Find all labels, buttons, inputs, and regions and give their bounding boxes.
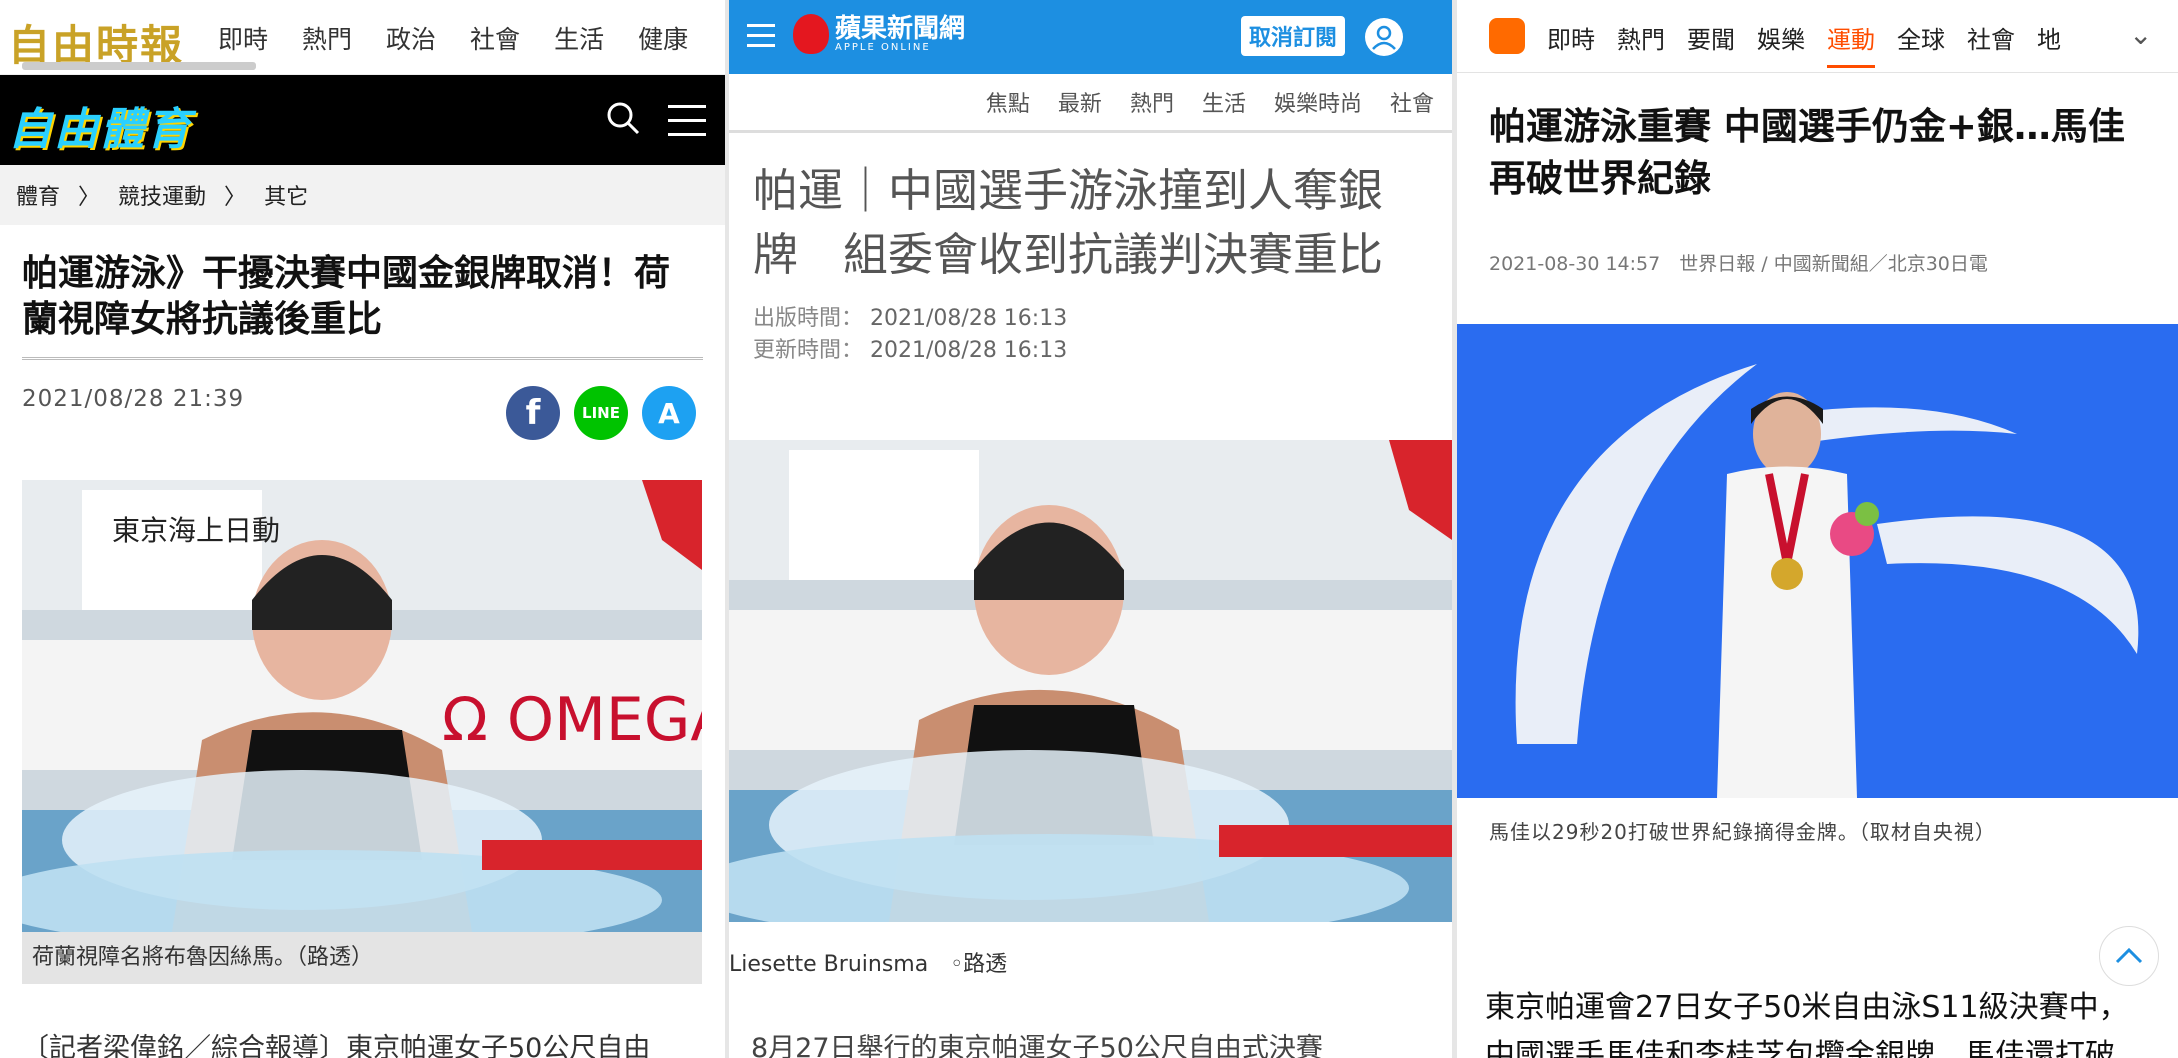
breadcrumb-item[interactable]: 體育 <box>16 179 60 211</box>
apple-top-bar: 蘋果新聞網 APPLE ONLINE 取消訂閱 <box>729 0 1452 74</box>
page-title: 帕運游泳》干擾決賽中國金銀牌取消！荷蘭視障女將抗議後重比 <box>22 251 703 360</box>
chevron-down-icon[interactable]: ⌄ <box>2129 18 2152 51</box>
updated-time: 2021/08/28 16:13 <box>870 338 1068 363</box>
body-line: 東京帕運會27日女子50米自由泳S11級決賽中， <box>1485 990 2129 1025</box>
nav-item[interactable]: 健康 <box>638 20 688 56</box>
nav-item[interactable]: 政治 <box>386 20 436 56</box>
apple-nav: 焦點 最新 熱門 生活 娛樂時尚 社會 <box>729 74 1452 133</box>
menu-icon[interactable] <box>668 105 706 136</box>
article-meta: 2021-08-30 14:57 世界日報 / 中國新聞組／北京30日電 <box>1489 253 1988 275</box>
line-share-icon[interactable]: LINE <box>574 386 628 440</box>
user-icon[interactable] <box>1365 18 1403 56</box>
article-body: 東京帕運會27日女子50米自由泳S11級決賽中， 中國選手馬佳和李桂芝包攬金銀牌… <box>1485 984 2129 1058</box>
apple-article-panel: 蘋果新聞網 APPLE ONLINE 取消訂閱 焦點 最新 熱門 生活 娛樂時尚… <box>729 0 1452 1058</box>
nav-item[interactable]: 娛樂時尚 <box>1274 86 1362 118</box>
search-icon[interactable] <box>606 101 640 135</box>
chevron-right-icon: 〉 <box>224 185 247 210</box>
photo-sign-text: 東京海上日動 <box>112 514 280 547</box>
apple-icon <box>793 14 829 54</box>
udn-logo[interactable] <box>1489 18 1525 54</box>
article-body: 〔記者梁偉銘／綜合報導〕東京帕運女子50公尺自由 <box>22 1033 651 1058</box>
breadcrumb-item[interactable]: 競技運動 <box>118 179 206 211</box>
unsubscribe-button[interactable]: 取消訂閱 <box>1241 16 1346 56</box>
nav-item-active[interactable]: 運動 <box>1827 20 1875 68</box>
ltn-top-bar: 自由時報 即時 熱門 政治 社會 生活 健康 <box>0 0 725 75</box>
article-body: 8月27日舉行的東京帕運女子50公尺自由式決賽 <box>751 1033 1323 1058</box>
nav-item[interactable]: 娛樂 <box>1757 20 1805 68</box>
swimmer-photo <box>729 440 1452 922</box>
medalist-photo <box>1457 324 2178 798</box>
sport-logo[interactable]: 自由體育 <box>8 93 192 157</box>
font-size-icon[interactable]: A <box>642 386 696 440</box>
facebook-share-icon[interactable]: f <box>506 386 560 440</box>
nav-item[interactable]: 社會 <box>470 20 520 56</box>
nav-item[interactable]: 要聞 <box>1687 20 1735 68</box>
ltn-article-panel: 自由時報 即時 熱門 政治 社會 生活 健康 自由體育 體育 〉 競技運動 〉 … <box>0 0 725 1058</box>
nav-item[interactable]: 生活 <box>554 20 604 56</box>
menu-icon[interactable] <box>747 24 775 54</box>
publish-date: 2021/08/28 21:39 <box>22 386 245 412</box>
photo-brand-text: Ω OMEGA <box>442 685 702 755</box>
nav-item[interactable]: 即時 <box>218 20 268 56</box>
nav-item[interactable]: 即時 <box>1547 20 1595 68</box>
publish-times: 出版時間： 2021/08/28 16:13 更新時間： 2021/08/28 … <box>753 303 1452 367</box>
breadcrumb-item[interactable]: 其它 <box>264 179 308 211</box>
photo-credit: Liesette Bruinsma ◦路透 <box>729 952 1008 977</box>
published-time: 2021/08/28 16:13 <box>870 306 1068 331</box>
article-meta: 2021/08/28 21:39 f LINE A <box>0 360 725 456</box>
swimmer-photo: 東京海上日動 Ω OMEGA <box>22 480 702 932</box>
udn-nav: 即時 熱門 要聞 娛樂 運動 全球 社會 地 <box>1547 20 2061 68</box>
nav-item[interactable]: 焦點 <box>986 86 1030 118</box>
updated-label: 更新時間： <box>753 338 864 363</box>
ltn-nav: 即時 熱門 政治 社會 生活 健康 <box>218 20 688 56</box>
photo-caption: 荷蘭視障名將布魯因絲馬。（路透） <box>22 932 702 984</box>
logo-text: 蘋果新聞網 <box>835 13 966 44</box>
nav-item[interactable]: 生活 <box>1202 86 1246 118</box>
apple-logo[interactable]: 蘋果新聞網 APPLE ONLINE <box>793 14 965 54</box>
page-title: 帕運｜中國選手游泳撞到人奪銀牌 組委會收到抗議判決賽重比 <box>753 164 1384 281</box>
chevron-right-icon: 〉 <box>78 185 101 210</box>
sport-header: 自由體育 <box>0 75 725 165</box>
published-label: 出版時間： <box>753 306 864 331</box>
nav-item[interactable]: 熱門 <box>1130 86 1174 118</box>
udn-article-panel: 即時 熱門 要聞 娛樂 運動 全球 社會 地 ⌄ 帕運游泳重賽 中國選手仍金+銀… <box>1457 0 2178 1058</box>
nav-item[interactable]: 社會 <box>1967 20 2015 68</box>
body-line: 中國選手馬佳和李桂芝包攬金銀牌，馬佳還打破 <box>1485 1038 2115 1058</box>
nav-item[interactable]: 地 <box>2037 20 2061 68</box>
udn-top-bar: 即時 熱門 要聞 娛樂 運動 全球 社會 地 ⌄ <box>1457 0 2178 73</box>
photo-caption: 馬佳以29秒20打破世界紀錄摘得金牌。（取材自央視） <box>1489 820 1996 844</box>
nav-scrollbar[interactable] <box>22 62 256 70</box>
breadcrumb: 體育 〉 競技運動 〉 其它 <box>0 165 725 225</box>
nav-item[interactable]: 最新 <box>1058 86 1102 118</box>
nav-item[interactable]: 社會 <box>1390 86 1434 118</box>
page-title: 帕運游泳重賽 中國選手仍金+銀…馬佳再破世界紀錄 <box>1489 105 2125 200</box>
nav-item[interactable]: 熱門 <box>302 20 352 56</box>
nav-item[interactable]: 熱門 <box>1617 20 1665 68</box>
scroll-top-icon[interactable] <box>2099 926 2159 986</box>
nav-item[interactable]: 全球 <box>1897 20 1945 68</box>
